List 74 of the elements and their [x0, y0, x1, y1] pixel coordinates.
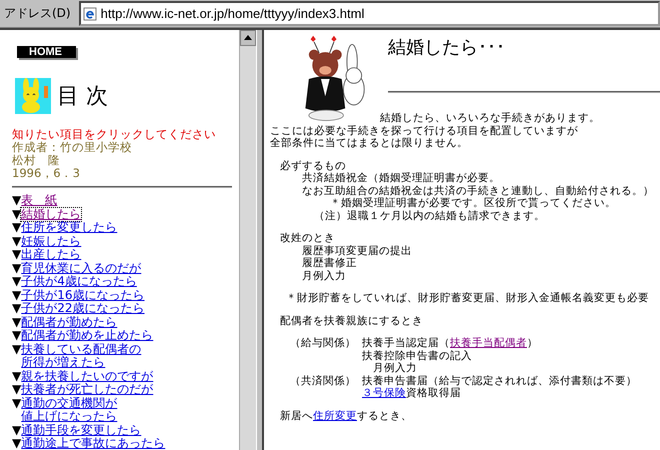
contents-link[interactable]: 妊娠したら: [21, 234, 82, 248]
body-text: 配偶者を扶養親族にするとき: [280, 314, 423, 326]
frame-border[interactable]: [256, 30, 264, 450]
contents-link[interactable]: 出産したら: [21, 248, 82, 262]
intro-text: 結婚したら、いろいろな手続きがあります。: [379, 112, 601, 124]
body-text: 月例入力: [302, 270, 346, 282]
contents-link[interactable]: 育児休業に入るのだが: [21, 262, 142, 275]
category-label: （共済関係）: [290, 374, 357, 387]
bullet-icon: ▼: [12, 221, 22, 234]
text-link[interactable]: 扶養手当配偶者: [450, 337, 527, 349]
bullet-icon: ▼: [12, 302, 22, 316]
body-text: ここには必要な手続きを探って行ける項目を配置していますが: [270, 124, 578, 136]
home-button[interactable]: HOME: [17, 46, 76, 58]
contents-link[interactable]: 通勤手段を変更したら: [21, 424, 142, 437]
body-text: 扶養手当認定届（: [362, 337, 450, 349]
bullet-icon: ▼: [12, 342, 22, 356]
contents-link[interactable]: 子供が4歳になったら: [21, 275, 137, 288]
body-text: （注）退職１ケ月以内の結婚も請求できます。: [314, 210, 545, 222]
body-text: 資格取得届: [406, 387, 461, 399]
category-label: （給与関係）: [290, 337, 357, 350]
text-link[interactable]: ３号保険: [362, 387, 406, 399]
body-text: ＊婚姻受理証明書が必要です。区役所で貰ってください。: [330, 197, 616, 209]
body-text: 履歴事項変更届の提出: [302, 244, 412, 256]
contents-link[interactable]: 結婚したら: [21, 208, 82, 221]
body-text: ）: [527, 337, 538, 349]
bullet-icon: ▼: [12, 316, 22, 329]
bullet-icon: ▼: [12, 194, 22, 208]
address-label: アドレス(D): [4, 5, 72, 22]
page-icon: [82, 6, 97, 20]
body-text: 月例入力: [372, 362, 417, 374]
bullet-icon: ▼: [12, 383, 22, 396]
body-text: 改姓のとき: [280, 232, 335, 244]
bullet-icon: ▼: [12, 424, 22, 437]
contents-link[interactable]: 扶養している配偶者の 所得が増えたら: [21, 342, 142, 370]
contents-link[interactable]: 扶養者が死亡したのだが: [21, 383, 154, 396]
contents-link[interactable]: 配偶者が勤めたら: [21, 316, 118, 329]
contents-link[interactable]: 通勤途上で事故にあったら: [21, 437, 166, 450]
bullet-icon: ▼: [12, 396, 22, 410]
instruction-text: 知りたい項目をクリックしてください: [12, 128, 217, 141]
bullet-icon: ▼: [12, 262, 22, 275]
contents-link[interactable]: 親を扶養したいのですが: [21, 370, 154, 383]
text-link[interactable]: 住所変更: [313, 410, 357, 422]
bullet-icon: ▼: [12, 234, 22, 248]
bullet-icon: ▼: [12, 275, 22, 288]
contents-link[interactable]: 子供が22歳になったら: [21, 302, 145, 316]
contents-link[interactable]: 通勤の交通機関が 値上げになったら: [21, 396, 118, 424]
contents-link[interactable]: 表 紙: [21, 194, 58, 208]
contents-link[interactable]: 子供が16歳になったら: [21, 288, 145, 302]
scrollbar[interactable]: [239, 30, 256, 450]
body-text: 扶養申告書届（給与で認定されれば、添付書類は不要）: [362, 374, 637, 386]
body-text: ＊財形貯蓄をしていれば、財形貯蓄変更届、財形入金通帳名義変更も必要: [286, 292, 649, 304]
author-name: 松村 隆: [12, 154, 61, 167]
author-text: 作成者：竹の里小学校: [12, 141, 133, 154]
bullet-icon: ▼: [12, 248, 22, 262]
body-text: 新居へ: [280, 410, 313, 422]
date-text: 1996，6．3: [12, 167, 81, 180]
contents-link[interactable]: 住所を変更したら: [21, 221, 118, 234]
body-text: 共済結婚祝金（婚姻受理証明書が必要。: [302, 172, 500, 184]
bullet-icon: ▼: [12, 370, 22, 383]
sidebar-title: 目 次: [57, 83, 108, 111]
body-text: 必ずするもの: [280, 160, 346, 172]
bullet-icon: ▼: [12, 329, 22, 342]
scroll-up-icon[interactable]: [240, 30, 256, 46]
body-text: なお互助組合の結婚祝金は共済の手続きと連動し、自動給付される。）: [302, 184, 654, 196]
body-text: 全部条件に当てはまるとは限りません。: [270, 137, 468, 149]
contents-link[interactable]: 配偶者が勤めを止めたら: [21, 329, 154, 342]
bullet-icon: ▼: [12, 437, 22, 450]
bullet-icon: ▼: [12, 288, 22, 302]
bullet-icon: ▼: [12, 208, 22, 221]
body-text: 履歴書修正: [302, 257, 357, 269]
rabbit-drawing: [15, 78, 51, 114]
address-field[interactable]: http://www.ic-net.or.jp/home/tttyyy/index3.html: [78, 1, 660, 26]
body-text: するとき、: [357, 410, 412, 422]
body-text: 扶養控除申告書の記入: [362, 350, 472, 362]
